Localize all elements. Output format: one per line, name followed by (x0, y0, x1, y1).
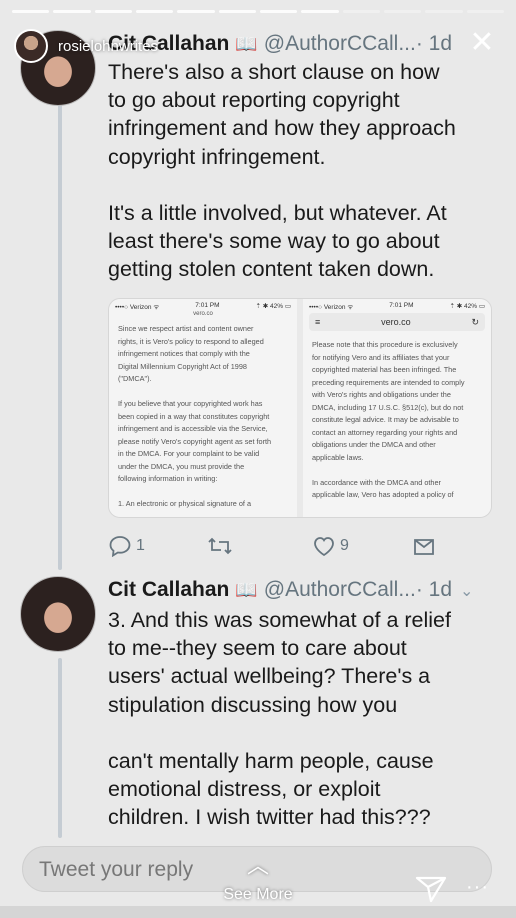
chevron-up-icon: ︿ (246, 853, 269, 878)
battery-text: ⇡ ✱ 42% ▭ (449, 303, 485, 310)
story-username[interactable]: rosielohnwrites (58, 38, 158, 55)
send-icon[interactable] (414, 874, 448, 904)
book-icon: 📖 (235, 580, 258, 600)
close-icon[interactable]: ✕ (466, 28, 498, 60)
like-button[interactable]: 9 (312, 535, 349, 557)
share-icon (414, 539, 434, 555)
share-button[interactable] (412, 535, 436, 557)
clock-text: 7:01 PM (195, 302, 220, 309)
phone-status-bar: ••••○ Verizon ᯤ 7:01 PM ⇡ ✱ 42% ▭ (109, 299, 297, 311)
tweet-text: 3. And this was somewhat of a relief to … (108, 608, 451, 830)
page-url: vero.co (193, 311, 213, 317)
carrier-text: ••••○ Verizon ᯤ (115, 304, 160, 311)
reply-button[interactable]: 1 (108, 535, 145, 557)
clock-text: 7:01 PM (389, 302, 414, 309)
tweet-header: Cit Callahan 📖 @AuthorCCall... · 1d ⌄ (108, 576, 498, 606)
tweet[interactable]: Cit Callahan 📖 @AuthorCCall... · 1d ⌄ 3.… (20, 576, 498, 836)
more-options-icon[interactable]: ··· (466, 876, 489, 899)
bottom-strip (0, 906, 516, 918)
carrier-text: ••••○ Verizon ᯤ (309, 304, 354, 311)
media-image-2[interactable]: ••••○ Verizon ᯤ 7:01 PM ⇡ ✱ 42% ▭ ≡ vero… (303, 299, 491, 517)
tweet-media[interactable]: ••••○ Verizon ᯤ 7:01 PM ⇡ ✱ 42% ▭ vero.c… (108, 298, 492, 518)
tweet-actions: 1 9 (108, 532, 492, 560)
heart-icon (314, 537, 334, 557)
retweet-button[interactable] (206, 535, 238, 557)
tweet-time: · 1d (415, 578, 453, 601)
author-handle[interactable]: @AuthorCCall... (264, 576, 416, 604)
menu-icon: ≡ (315, 317, 321, 327)
policy-text: Please note that this procedure is exclu… (312, 340, 465, 499)
author-name[interactable]: Cit Callahan (108, 576, 229, 604)
tweet-text: There's also a short clause on how to go… (108, 60, 456, 282)
like-count: 9 (340, 537, 349, 554)
page-url: vero.co (381, 317, 411, 327)
retweet-icon (208, 537, 232, 555)
story-avatar[interactable] (14, 29, 48, 63)
avatar[interactable] (20, 576, 96, 652)
reload-icon: ↻ (471, 316, 479, 327)
battery-text: ⇡ ✱ 42% ▭ (255, 303, 291, 310)
chevron-down-icon[interactable]: ⌄ (460, 578, 473, 606)
media-image-1[interactable]: ••••○ Verizon ᯤ 7:01 PM ⇡ ✱ 42% ▭ vero.c… (109, 299, 297, 517)
reply-count: 1 (136, 537, 145, 554)
reply-icon (109, 536, 131, 557)
story-header: rosielohnwrites ✕ (14, 26, 502, 66)
story-progress-bar (12, 10, 504, 13)
phone-status-bar: ••••○ Verizon ᯤ 7:01 PM ⇡ ✱ 42% ▭ (303, 299, 491, 311)
browser-url-bar: ≡ vero.co ↻ (309, 313, 485, 331)
policy-text: Since we respect artist and content owne… (118, 324, 272, 508)
